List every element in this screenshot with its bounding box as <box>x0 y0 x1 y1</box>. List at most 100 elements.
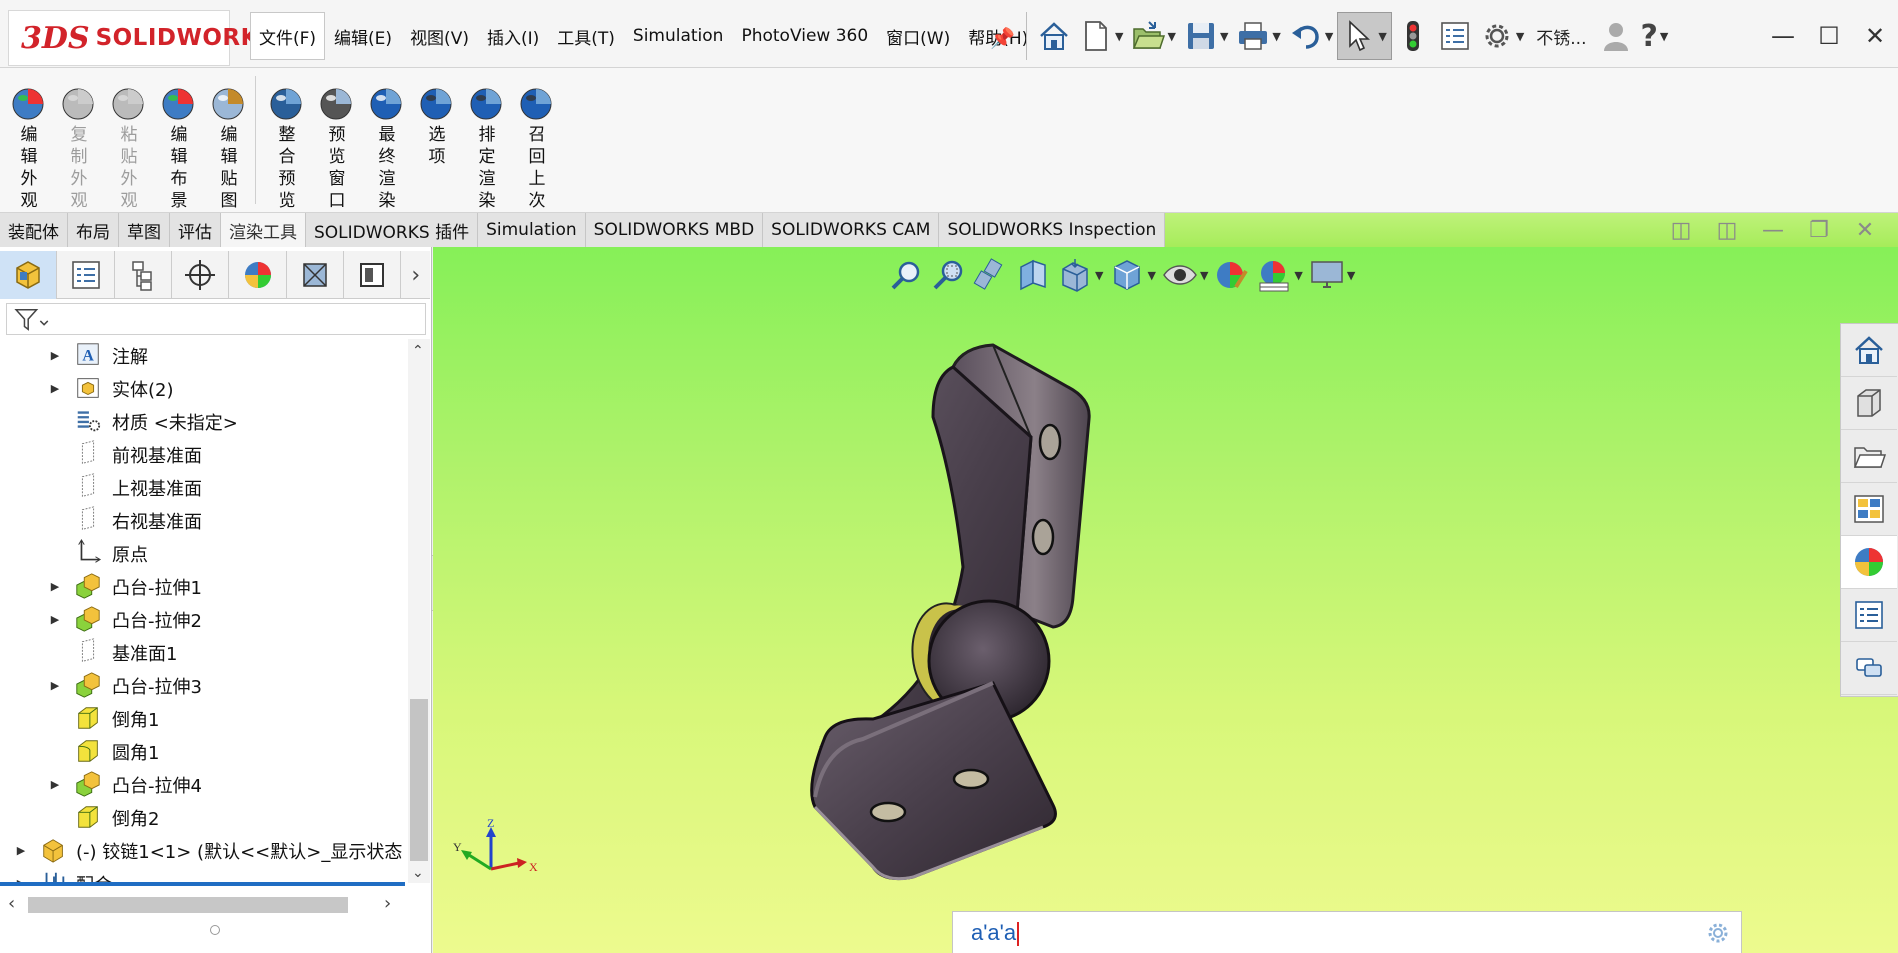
tab-display-manager[interactable] <box>229 251 287 299</box>
menu-photoview[interactable]: PhotoView 360 <box>732 12 877 60</box>
tree-item[interactable]: ▶ 实体(2) <box>0 372 408 404</box>
cmd-copy-appearance-button[interactable]: 复制外观 <box>54 84 104 212</box>
chevron-down-icon[interactable]: ▼ <box>1095 269 1103 282</box>
tab-4[interactable]: 渲染工具 <box>221 213 306 247</box>
cmd-edit-appearance-button[interactable]: 编辑外观 <box>4 84 54 212</box>
scroll-right-icon[interactable]: › <box>384 893 391 914</box>
cmd-edit-decal-button[interactable]: 编辑贴图 <box>204 84 254 212</box>
tree-item[interactable]: ▶配合 <box>0 867 408 883</box>
print-button[interactable]: ▼ <box>1232 12 1284 60</box>
cmd-preview-window-button[interactable]: 预览窗口 <box>312 84 362 212</box>
tab-5[interactable]: SOLIDWORKS 插件 <box>306 213 479 247</box>
expand-arrow-icon[interactable]: ▶ <box>48 678 62 692</box>
filter-icon[interactable] <box>11 306 51 334</box>
chevron-right-icon[interactable]: › <box>401 251 430 299</box>
chevron-down-icon[interactable]: ▼ <box>1115 30 1123 43</box>
doc-close-button[interactable]: ✕ <box>1842 215 1888 245</box>
tab-configuration-manager[interactable] <box>115 251 173 299</box>
chevron-down-icon[interactable]: ▼ <box>1516 30 1524 43</box>
task-pane-view-palette[interactable] <box>1841 483 1897 536</box>
help-button[interactable]: ? ▼ <box>1637 12 1673 60</box>
menu-view[interactable]: 视图(V) <box>401 12 478 60</box>
chevron-down-icon[interactable]: ▼ <box>1200 269 1208 282</box>
tree-item[interactable]: 右视基准面 <box>0 504 408 536</box>
expand-arrow-icon[interactable]: ▶ <box>14 843 28 857</box>
previous-view-button[interactable] <box>970 257 1012 293</box>
menu-file[interactable]: 文件(F) <box>250 12 326 60</box>
command-search-input[interactable]: a'a'a <box>971 920 1020 947</box>
menu-window[interactable]: 窗口(W) <box>877 12 959 60</box>
view-settings-button[interactable]: ▼ <box>1306 257 1358 293</box>
tree-item[interactable]: ▶ 凸台-拉伸2 <box>0 603 408 635</box>
task-pane-custom-properties[interactable] <box>1841 589 1897 642</box>
hide-show-items-button[interactable]: ▼ <box>1159 257 1211 293</box>
tab-3[interactable]: 评估 <box>170 213 221 247</box>
chevron-down-icon[interactable]: ▼ <box>1347 269 1355 282</box>
task-pane-appearances[interactable] <box>1841 536 1897 589</box>
gear-icon[interactable] <box>1705 920 1731 946</box>
tile-left-icon[interactable]: ◫ <box>1658 215 1704 245</box>
chevron-down-icon[interactable]: ▼ <box>1272 30 1280 43</box>
tab-9[interactable]: SOLIDWORKS Inspection <box>939 213 1166 247</box>
tree-item[interactable]: ▶ 凸台-拉伸4 <box>0 768 408 800</box>
tab-dimxpert-manager[interactable] <box>172 251 230 299</box>
chevron-down-icon[interactable]: ▼ <box>1378 30 1386 43</box>
scrollbar-thumb[interactable] <box>28 897 348 913</box>
task-pane-resources[interactable] <box>1841 324 1897 377</box>
maximize-button[interactable]: ☐ <box>1806 16 1852 56</box>
file-properties-button[interactable] <box>1434 12 1476 60</box>
tab-cam-operation[interactable] <box>344 251 402 299</box>
zoom-to-fit-button[interactable] <box>886 257 928 293</box>
tab-7[interactable]: SOLIDWORKS MBD <box>585 213 764 247</box>
expand-arrow-icon[interactable]: ▶ <box>48 381 62 395</box>
doc-restore-button[interactable]: ❐ <box>1796 215 1842 245</box>
tree-vertical-scrollbar[interactable]: ⌃ ⌄ <box>408 339 430 883</box>
tree-item[interactable]: ▶ (-) 铰链1<1> (默认<<默认>_显示状态 1>) <box>0 834 408 866</box>
task-pane-file-explorer[interactable] <box>1841 430 1897 483</box>
chevron-down-icon[interactable]: ▼ <box>1220 30 1228 43</box>
options-button[interactable]: ▼ <box>1476 12 1528 60</box>
tree-item[interactable]: 基准面1 <box>0 636 408 668</box>
section-view-button[interactable] <box>1012 257 1054 293</box>
scroll-down-icon[interactable]: ⌄ <box>412 865 424 881</box>
menu-insert[interactable]: 插入(I) <box>478 12 548 60</box>
zoom-to-area-button[interactable] <box>928 257 970 293</box>
tree-item[interactable]: ▶ 凸台-拉伸1 <box>0 570 408 602</box>
tab-cam-manager[interactable] <box>287 251 345 299</box>
chevron-down-icon[interactable]: ▼ <box>1167 30 1175 43</box>
expand-arrow-icon[interactable]: ▶ <box>48 579 62 593</box>
task-pane-forum[interactable] <box>1841 642 1897 695</box>
home-button[interactable] <box>1033 12 1075 60</box>
scroll-up-icon[interactable]: ⌃ <box>412 343 424 359</box>
task-pane-design-library[interactable] <box>1841 377 1897 430</box>
undo-button[interactable]: ▼ <box>1285 12 1337 60</box>
close-button[interactable]: ✕ <box>1852 16 1898 56</box>
save-button[interactable]: ▼ <box>1180 12 1232 60</box>
tree-item[interactable]: ▶ 凸台-拉伸3 <box>0 669 408 701</box>
chevron-down-icon[interactable]: ▼ <box>1325 30 1333 43</box>
tree-item[interactable]: ▶ A 注解 <box>0 339 408 371</box>
command-search-box[interactable]: a'a'a <box>952 911 1742 953</box>
user-account-button[interactable] <box>1595 12 1637 60</box>
rebuild-button[interactable] <box>1392 12 1434 60</box>
tab-0[interactable]: 装配体 <box>0 213 68 247</box>
edit-appearance-button[interactable] <box>1211 257 1253 293</box>
cmd-paste-appearance-button[interactable]: 粘贴外观 <box>104 84 154 212</box>
display-style-button[interactable]: ▼ <box>1106 257 1158 293</box>
cmd-options-button[interactable]: 选项 <box>412 84 462 168</box>
chevron-down-icon[interactable]: ▼ <box>1294 269 1302 282</box>
minimize-button[interactable]: — <box>1760 16 1806 56</box>
tree-horizontal-scrollbar[interactable]: ‹ › <box>0 893 408 915</box>
tree-item[interactable]: 倒角2 <box>0 801 408 833</box>
view-orientation-button[interactable]: ▼ <box>1054 257 1106 293</box>
cmd-final-render-button[interactable]: 最终渲染 <box>362 84 412 212</box>
tab-8[interactable]: SOLIDWORKS CAM <box>763 213 940 247</box>
expand-arrow-icon[interactable]: ▶ <box>48 777 62 791</box>
scrollbar-thumb[interactable] <box>410 699 428 861</box>
tab-6[interactable]: Simulation <box>478 213 586 247</box>
cmd-integrated-preview-button[interactable]: 整合预览 <box>262 84 312 212</box>
panel-resize-handle[interactable] <box>210 925 220 935</box>
pin-menu-icon[interactable]: 📌 <box>990 26 1015 50</box>
tree-item[interactable]: 倒角1 <box>0 702 408 734</box>
tab-2[interactable]: 草图 <box>119 213 170 247</box>
